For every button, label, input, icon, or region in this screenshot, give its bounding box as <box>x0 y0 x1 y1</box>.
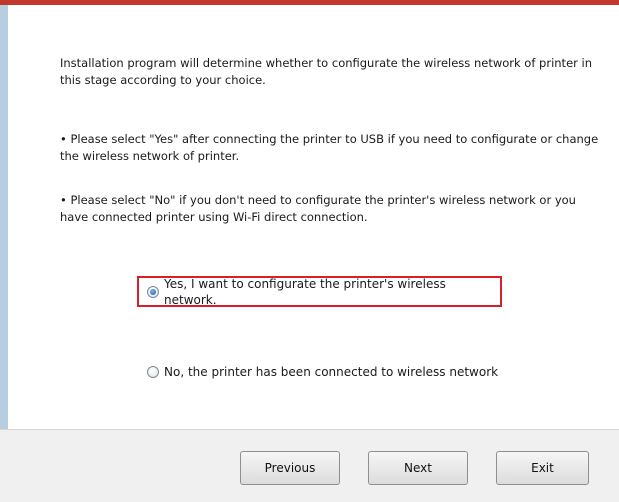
radio-selected-icon[interactable] <box>147 285 159 298</box>
window-left-edge <box>0 5 8 429</box>
option-yes-label: Yes, I want to configurate the printer's… <box>164 276 446 307</box>
exit-button[interactable]: Exit <box>496 451 589 485</box>
option-no-label: No, the printer has been connected to wi… <box>164 365 499 379</box>
dialog-content: Installation program will determine whet… <box>8 5 619 429</box>
option-yes-configure-wireless[interactable]: Yes, I want to configurate the printer's… <box>137 276 502 307</box>
intro-text: Installation program will determine whet… <box>60 56 593 87</box>
previous-button[interactable]: Previous <box>240 451 340 485</box>
next-button[interactable]: Next <box>368 451 468 485</box>
radio-unselected-icon[interactable] <box>147 366 159 378</box>
option-no-already-connected[interactable]: No, the printer has been connected to wi… <box>147 364 498 380</box>
no-instruction-text: • Please select "No" if you don't need t… <box>60 193 576 224</box>
button-panel: Previous Next Exit <box>0 429 619 502</box>
yes-instruction-text: • Please select "Yes" after connecting t… <box>60 132 599 163</box>
